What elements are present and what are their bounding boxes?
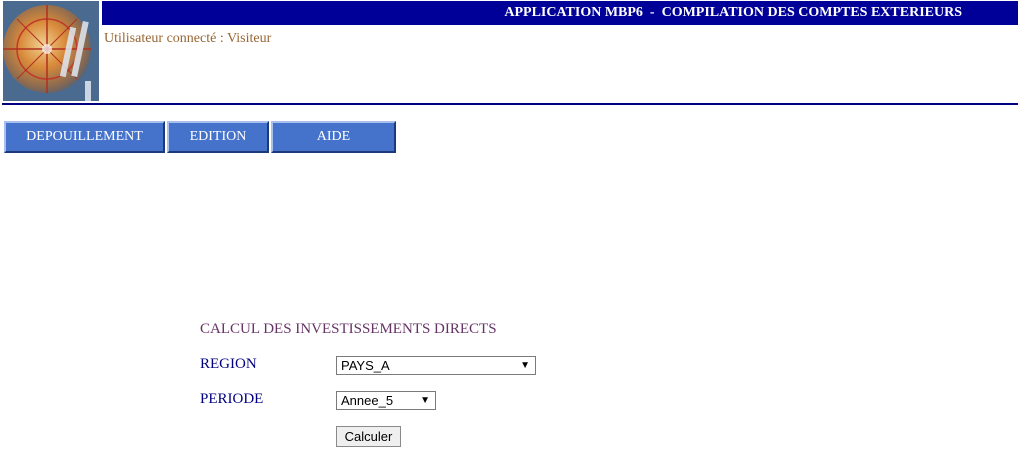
nav-edition-button[interactable]: EDITION — [167, 121, 269, 153]
nav-aide-button[interactable]: AIDE — [271, 121, 396, 153]
nav-depouillement-label: DEPOUILLEMENT — [26, 129, 143, 144]
periode-select-value: Annee_5 — [341, 393, 394, 408]
region-select[interactable]: PAYS_A ▼ — [336, 356, 536, 375]
dropdown-arrow-icon: ▼ — [520, 360, 530, 371]
region-label: REGION — [200, 356, 257, 372]
periode-label: PERIODE — [200, 391, 264, 407]
app-logo — [3, 1, 99, 101]
nav-edition-label: EDITION — [189, 129, 247, 144]
header-divider — [2, 103, 1018, 105]
nav-aide-label: AIDE — [316, 129, 351, 144]
dropdown-arrow-icon: ▼ — [420, 395, 430, 406]
connected-user-status: Utilisateur connecté : Visiteur — [104, 31, 272, 46]
calculer-button[interactable]: Calculer — [336, 426, 401, 447]
nav-depouillement-button[interactable]: DEPOUILLEMENT — [4, 121, 165, 153]
app-title-bar: APPLICATION MBP6 - COMPILATION DES COMPT… — [102, 1, 1018, 25]
periode-select[interactable]: Annee_5 ▼ — [336, 391, 436, 410]
region-select-value: PAYS_A — [341, 358, 390, 373]
form-title: CALCUL DES INVESTISSEMENTS DIRECTS — [200, 321, 497, 337]
compass-globe-logo-icon — [3, 1, 99, 101]
